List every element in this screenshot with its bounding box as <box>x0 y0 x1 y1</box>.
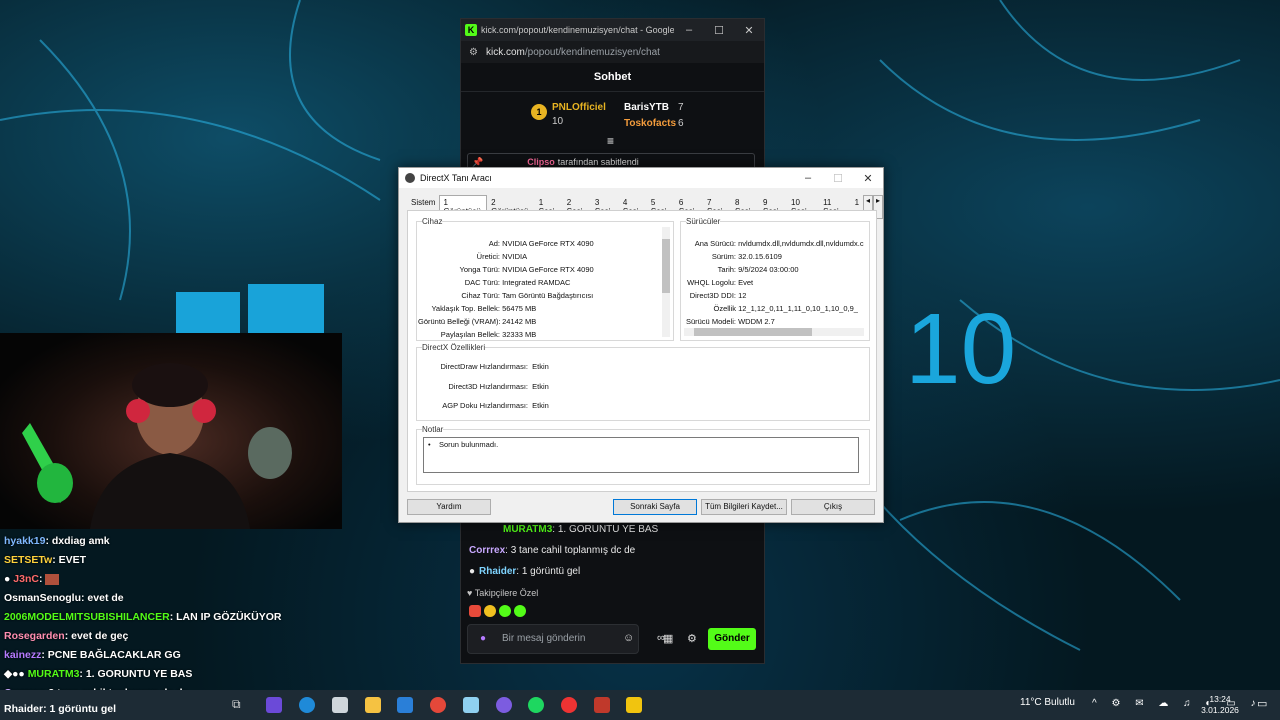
site-settings-icon[interactable]: ⚙ <box>469 47 478 58</box>
leaderboard-third-count: 6 <box>678 118 684 129</box>
overlay-chat-line: hyakk19: dxdiag amk <box>4 535 110 547</box>
overlay-chat-line: SETSETw: EVET <box>4 554 87 566</box>
notes-label: Notlar <box>422 425 444 434</box>
store-app-icon[interactable] <box>332 697 348 713</box>
chat-title: Sohbet <box>461 63 764 92</box>
minimize-icon[interactable]: – <box>793 172 823 184</box>
next-page-button[interactable]: Sonraki Sayfa <box>613 499 697 515</box>
leaderboard-second-count: 7 <box>678 102 684 113</box>
dxdiag-app-icon <box>405 173 415 183</box>
kick-logo-icon: K <box>465 24 477 36</box>
follower-emotes-label: ♥ Takipçilere Özel <box>467 588 539 598</box>
chat-message: Corrrex: 3 tane cahil toplanmış dc de <box>469 545 636 556</box>
dxdiag-window: DirectX Tanı Aracı – ☐ ✕ Sistem 1 Görünt… <box>398 167 884 523</box>
emote-image <box>45 573 60 585</box>
browser-tab-title: kick.com/popout/kendinemuzisyen/chat - G… <box>481 25 674 35</box>
mail-icon[interactable] <box>397 697 413 713</box>
gift-leaderboard: 1 PNLOfficiel 10 BarisYTB 7 Toskofacts 6… <box>461 92 764 152</box>
stream-chat-overlay: hyakk19: dxdiag amk SETSETw: EVET ● J3nC… <box>4 532 282 703</box>
chrome-icon[interactable] <box>430 697 446 713</box>
maximize-icon[interactable]: ☐ <box>704 24 734 37</box>
directx-features-label: DirectX Özellikleri <box>422 343 486 352</box>
edge-icon[interactable] <box>299 697 315 713</box>
device-group-label: Cihaz <box>422 217 443 226</box>
minimize-icon[interactable]: – <box>674 24 704 36</box>
webcam-feed <box>0 333 342 529</box>
settings-icon[interactable]: ⚙ <box>687 632 697 645</box>
close-icon[interactable]: ✕ <box>853 172 883 185</box>
maximize-icon[interactable]: ☐ <box>823 172 853 185</box>
send-button[interactable]: Gönder <box>708 628 756 650</box>
drivers-group-label: Sürücüler <box>686 217 721 226</box>
dxdiag-taskbar-icon[interactable] <box>626 697 642 713</box>
address-bar[interactable]: ⚙ kick.com/popout/kendinemuzisyen/chat <box>461 41 764 63</box>
overlay-chat-line: kainezz: PCNE BAĞLACAKLAR GG <box>4 649 181 661</box>
expand-leaderboard-icon[interactable]: ≡ <box>607 134 614 148</box>
weather-widget[interactable]: 11°C Bulutlu <box>1020 697 1075 708</box>
overlay-chat-line: 2006MODELMITSUBISHILANCER: LAN IP GÖZÜKÜ… <box>4 611 282 623</box>
microphone-icon[interactable]: ● <box>480 625 486 653</box>
notes-textbox[interactable]: • Sorun bulunmadı. <box>423 437 859 473</box>
overlay-chat-line: ◆●● MURATM3: 1. GORUNTU YE BAS <box>4 668 193 680</box>
leaderboard-first-name[interactable]: PNLOfficiel <box>552 102 606 113</box>
rank-badge-icon: 1 <box>531 104 547 120</box>
emoji-icon[interactable]: ☺ <box>623 632 634 644</box>
voicemeeter-icon[interactable] <box>594 697 610 713</box>
help-button[interactable]: Yardım <box>407 499 491 515</box>
pin-icon: 📌 <box>472 156 484 167</box>
overlay-chat-line: ● J3nC: <box>4 570 282 589</box>
chat-message-input[interactable]: ● Bir mesaj gönderin <box>467 624 639 654</box>
streamer-silhouette <box>22 363 292 529</box>
leaderboard-first-count: 10 <box>552 116 564 127</box>
device-scrollbar[interactable] <box>662 227 670 337</box>
close-icon[interactable]: ✕ <box>734 24 764 37</box>
dxdiag-title-bar: DirectX Tanı Aracı – ☐ ✕ <box>399 168 883 188</box>
dxdiag-display-panel: Cihaz Ad: NVIDIA GeForce RTX 4090 Üretic… <box>407 210 877 492</box>
overlay-chat-line: Rosegarden: evet de geç <box>4 630 129 642</box>
chat-messages: MURATM3: 1. GORUNTU YE BAS Corrrex: 3 ta… <box>469 519 658 582</box>
windows-10-text: 10 <box>905 293 1017 405</box>
exit-button[interactable]: Çıkış <box>791 499 875 515</box>
notes-app-icon[interactable] <box>463 697 479 713</box>
spotify-icon[interactable] <box>528 697 544 713</box>
emote-row[interactable] <box>469 604 659 618</box>
browser-title-bar: K kick.com/popout/kendinemuzisyen/chat -… <box>461 19 764 41</box>
obs-icon[interactable] <box>561 697 577 713</box>
leaderboard-third-name[interactable]: Toskofacts <box>624 118 676 129</box>
task-view-icon[interactable]: ⧉ <box>232 697 248 713</box>
dxdiag-title: DirectX Tanı Aracı <box>420 173 492 183</box>
copilot-icon[interactable] <box>266 697 282 713</box>
leaderboard-second-name[interactable]: BarisYTB <box>624 102 669 113</box>
notification-icon[interactable]: ▭ <box>1257 697 1267 710</box>
chat-message: ● Rhaider: 1 görüntü gel <box>469 566 581 577</box>
save-all-info-button[interactable]: Tüm Bilgileri Kaydet... <box>701 499 787 515</box>
drivers-hscrollbar[interactable] <box>684 328 864 336</box>
store-icon[interactable]: ▦ <box>663 632 673 645</box>
overlay-chat-line: OsmanSenoglu: evet de <box>4 592 124 604</box>
overlay-last-chat-line: Rhaider: 1 görüntu gel <box>4 703 117 715</box>
file-explorer-icon[interactable] <box>365 697 381 713</box>
discord-icon[interactable] <box>496 697 512 713</box>
system-clock[interactable]: 13:24 3.01.2026 <box>1198 694 1242 716</box>
